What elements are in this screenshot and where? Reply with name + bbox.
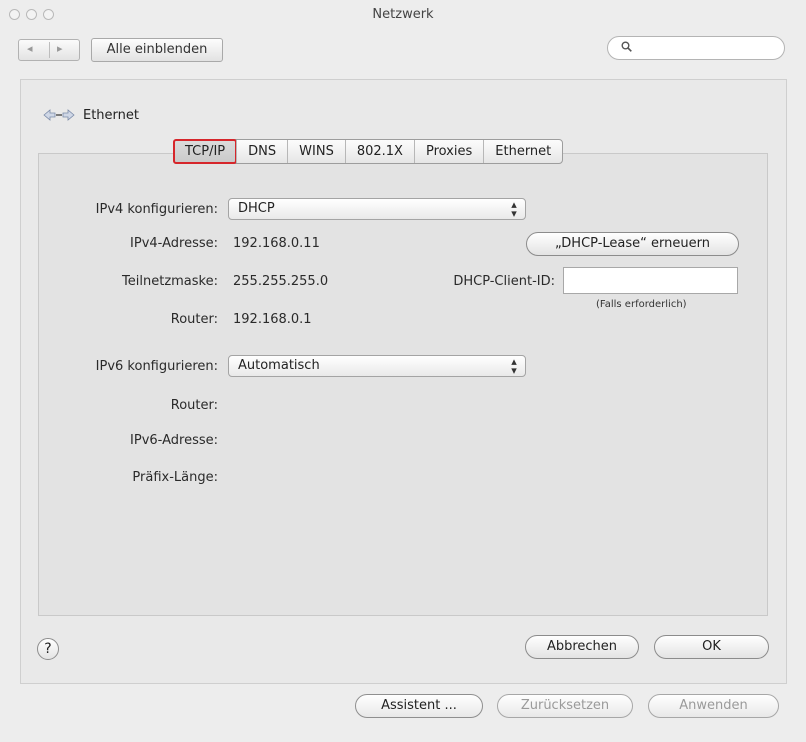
service-name: Ethernet — [83, 108, 139, 123]
ipv6-config-label: IPv6 konfigurieren: — [95, 359, 218, 374]
ipv4-config-label: IPv4 konfigurieren: — [95, 202, 218, 217]
dhcp-client-id-field[interactable] — [563, 267, 738, 294]
tab-8021x[interactable]: 802.1X — [344, 140, 414, 163]
client-id-hint: (Falls erforderlich) — [596, 299, 687, 310]
ipv6-address-label: IPv6-Adresse: — [130, 433, 218, 448]
tab-proxies[interactable]: Proxies — [413, 140, 483, 163]
dhcp-client-id-label: DHCP-Client-ID: — [453, 274, 555, 289]
assistant-button[interactable]: Assistent ... — [355, 694, 483, 718]
tab-wins[interactable]: WINS — [287, 140, 345, 163]
help-button[interactable]: ? — [37, 638, 59, 660]
back-forward-control: ◂ ▸ — [18, 39, 80, 61]
subnet-mask-value: 255.255.255.0 — [233, 274, 329, 289]
tab-bar: TCP/IP DNS WINS 802.1X Proxies Ethernet — [172, 139, 564, 164]
ipv6-router-label: Router: — [170, 398, 218, 413]
prefix-length-label: Präfix-Länge: — [132, 470, 218, 485]
show-all-button[interactable]: Alle einblenden — [91, 38, 223, 62]
revert-button[interactable]: Zurücksetzen — [497, 694, 633, 718]
search-field[interactable] — [607, 36, 785, 60]
search-icon — [621, 41, 632, 52]
subnet-mask-label: Teilnetzmaske: — [122, 274, 218, 289]
back-arrow-icon[interactable]: ◂ — [27, 42, 33, 55]
ipv4-address-label: IPv4-Adresse: — [130, 236, 218, 251]
router-value: 192.168.0.1 — [233, 312, 312, 327]
tab-tcpip[interactable]: TCP/IP — [172, 139, 238, 164]
forward-arrow-icon[interactable]: ▸ — [57, 42, 63, 55]
network-preferences-window: Netzwerk ◂ ▸ Alle einblenden Ethernet TC… — [0, 0, 806, 742]
cancel-button[interactable]: Abbrechen — [525, 635, 639, 659]
ok-button[interactable]: OK — [654, 635, 769, 659]
popup-arrows-icon: ▴ ▾ — [511, 198, 517, 220]
ipv6-config-value: Automatisch — [238, 358, 320, 373]
renew-dhcp-lease-button[interactable]: „DHCP-Lease“ erneuern — [526, 232, 739, 256]
ethernet-icon — [43, 109, 75, 121]
apply-button[interactable]: Anwenden — [648, 694, 779, 718]
tab-ethernet[interactable]: Ethernet — [483, 140, 562, 163]
tab-dns[interactable]: DNS — [236, 140, 287, 163]
ipv4-config-popup[interactable]: DHCP ▴ ▾ — [228, 198, 526, 220]
router-label: Router: — [170, 312, 218, 327]
title-bar: Netzwerk — [0, 0, 806, 28]
popup-arrows-icon: ▴ ▾ — [511, 355, 517, 377]
ipv4-config-value: DHCP — [238, 201, 275, 216]
ipv6-config-popup[interactable]: Automatisch ▴ ▾ — [228, 355, 526, 377]
window-title: Netzwerk — [372, 7, 434, 22]
tcpip-panel — [38, 153, 768, 616]
ipv4-address-value: 192.168.0.11 — [233, 236, 320, 251]
